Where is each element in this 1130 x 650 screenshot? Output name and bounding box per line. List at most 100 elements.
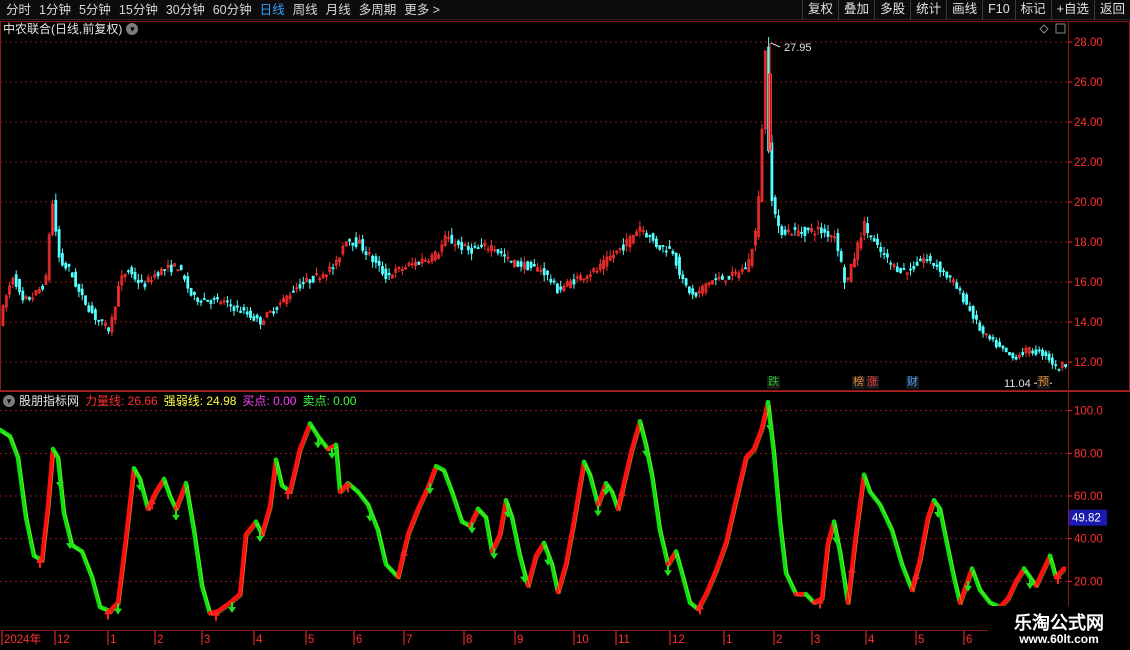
period-tab[interactable]: 分时 — [2, 0, 35, 20]
toolbar-button[interactable]: 统计 — [910, 0, 946, 20]
power-line-segment — [307, 421, 321, 439]
toolbar-button[interactable]: 标记 — [1014, 0, 1051, 20]
candle-body — [674, 252, 678, 266]
sell-arrow-icon — [426, 483, 434, 495]
period-tab[interactable]: 多周期 — [355, 0, 401, 20]
power-line-segment — [587, 472, 601, 507]
power-line-segment — [173, 480, 189, 512]
toolbar-button[interactable]: +自选 — [1050, 0, 1094, 20]
candle-body — [90, 305, 94, 314]
candle-body — [189, 287, 193, 296]
candle-body — [97, 319, 101, 322]
period-tab[interactable]: 日线 — [256, 0, 289, 20]
candle-body — [179, 265, 183, 271]
candle-body — [820, 227, 823, 234]
power-line-segment — [267, 457, 279, 509]
event-badge[interactable]: 财 — [906, 376, 919, 389]
power-line-segment — [687, 600, 701, 612]
candle-body — [866, 223, 869, 234]
candle-body — [255, 314, 259, 319]
candle-body — [618, 247, 622, 250]
power-line-segment — [153, 476, 167, 494]
candle-body — [945, 271, 949, 278]
candle-body — [480, 244, 483, 247]
candle-body — [265, 312, 269, 318]
period-tab[interactable]: 更多 > — [400, 0, 444, 20]
power-line-segment — [337, 480, 351, 494]
candle-body — [691, 288, 695, 295]
power-line-segment — [15, 455, 29, 520]
price-panel-border — [0, 21, 1130, 391]
candle-body — [839, 251, 843, 262]
candle-body — [232, 306, 236, 311]
power-line-segment — [957, 583, 969, 605]
candle-body — [816, 226, 820, 230]
candle-body — [664, 250, 668, 253]
candle-body — [321, 274, 325, 279]
power-line-segment — [115, 536, 129, 605]
power-line-segment — [845, 532, 859, 605]
power-line-segment — [383, 562, 401, 580]
chevron-down-icon[interactable]: ▾ — [126, 23, 139, 35]
toolbar-button[interactable]: F10 — [982, 0, 1015, 20]
candle-body — [912, 266, 916, 270]
candle-body — [988, 335, 992, 340]
sell-arrow-icon — [832, 532, 840, 544]
event-badge[interactable]: 涨 — [866, 376, 879, 389]
toolbar-button[interactable]: 画线 — [946, 0, 982, 20]
price-y-tick-label: 24.00 — [1074, 117, 1103, 129]
power-line-segment — [259, 504, 273, 537]
period-tab[interactable]: 月线 — [322, 0, 355, 20]
candle-body — [136, 279, 140, 284]
indicator-name[interactable]: 股朋指标网 — [19, 393, 79, 409]
event-badge[interactable]: 榜 — [852, 376, 865, 389]
chart-surface[interactable]: 28.00 26.00 24.00 22.00 20.00 18.00 16.00 14.00… — [0, 0, 1130, 650]
candle-body — [130, 267, 134, 275]
power-line-segment — [97, 604, 113, 614]
candle-body — [559, 286, 563, 290]
period-tab[interactable]: 15分钟 — [115, 0, 162, 20]
period-tab[interactable]: 周线 — [289, 0, 322, 20]
power-line-segment — [771, 451, 783, 524]
candle-body — [331, 267, 335, 270]
power-line-segment — [695, 591, 709, 612]
toolbar-button[interactable]: 叠加 — [838, 0, 874, 20]
candle-body — [961, 292, 965, 303]
x-axis-label: 2 — [776, 634, 782, 646]
toolbar-button[interactable]: 返回 — [1093, 0, 1130, 20]
candle-body — [542, 268, 546, 276]
candle-body — [740, 268, 744, 273]
candle-body — [166, 265, 170, 268]
candle-body — [889, 262, 893, 265]
candle-body — [272, 311, 276, 314]
power-line-segment — [61, 510, 75, 548]
candle-body — [575, 276, 579, 279]
candle-body — [64, 263, 68, 269]
buy-arrow-icon — [1054, 572, 1062, 584]
period-tab[interactable]: 1分钟 — [35, 0, 75, 20]
power-line-segment — [131, 466, 143, 482]
power-line-segment — [517, 553, 531, 588]
toolbar-button[interactable]: 多股 — [874, 0, 910, 20]
candle-body — [381, 266, 384, 275]
period-tab[interactable]: 30分钟 — [162, 0, 209, 20]
chevron-down-icon[interactable]: ▾ — [3, 395, 15, 407]
candle-body — [955, 282, 959, 289]
power-line-segment — [837, 549, 851, 605]
candle-body — [793, 227, 797, 230]
candle-body — [206, 299, 210, 302]
toolbar-button[interactable]: 复权 — [802, 0, 838, 20]
candle-body — [470, 247, 474, 254]
sell-arrow-icon — [228, 601, 236, 613]
event-badge[interactable]: 跌 — [767, 376, 780, 389]
candle-body — [678, 256, 681, 276]
x-axis-label: 5 — [918, 634, 924, 646]
period-tab[interactable]: 60分钟 — [209, 0, 256, 20]
power-line-segment — [509, 515, 523, 558]
power-line-segment — [441, 468, 455, 494]
event-badge[interactable]: 预 — [1037, 376, 1050, 389]
candle-body — [176, 269, 180, 272]
power-line-segment — [297, 421, 313, 452]
candle-body — [754, 230, 757, 246]
period-tab[interactable]: 5分钟 — [75, 0, 115, 20]
